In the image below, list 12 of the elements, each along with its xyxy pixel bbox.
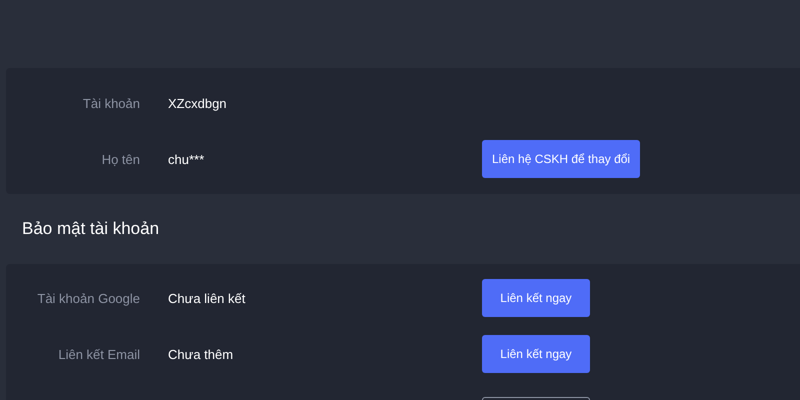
- action-button[interactable]: Liên hệ CSKH để thay đổi: [482, 140, 640, 178]
- action-button[interactable]: Liên kết ngay: [482, 279, 590, 317]
- field-value: XZcxdbgn: [168, 96, 228, 110]
- field-value: Chưa thêm: [168, 346, 234, 362]
- field-value: chu***: [168, 152, 206, 166]
- field-value: Chưa liên kết: [168, 290, 246, 306]
- section-title: Bảo mật tài khoản: [21, 218, 160, 240]
- action-button[interactable]: Liên kết ngay: [482, 335, 590, 373]
- field-label: Tài khoản Google: [36, 290, 140, 306]
- field-label: Tài khoản: [82, 96, 140, 110]
- field-label: Họ tên: [100, 152, 140, 166]
- field-label: Liên kết Email: [57, 346, 140, 362]
